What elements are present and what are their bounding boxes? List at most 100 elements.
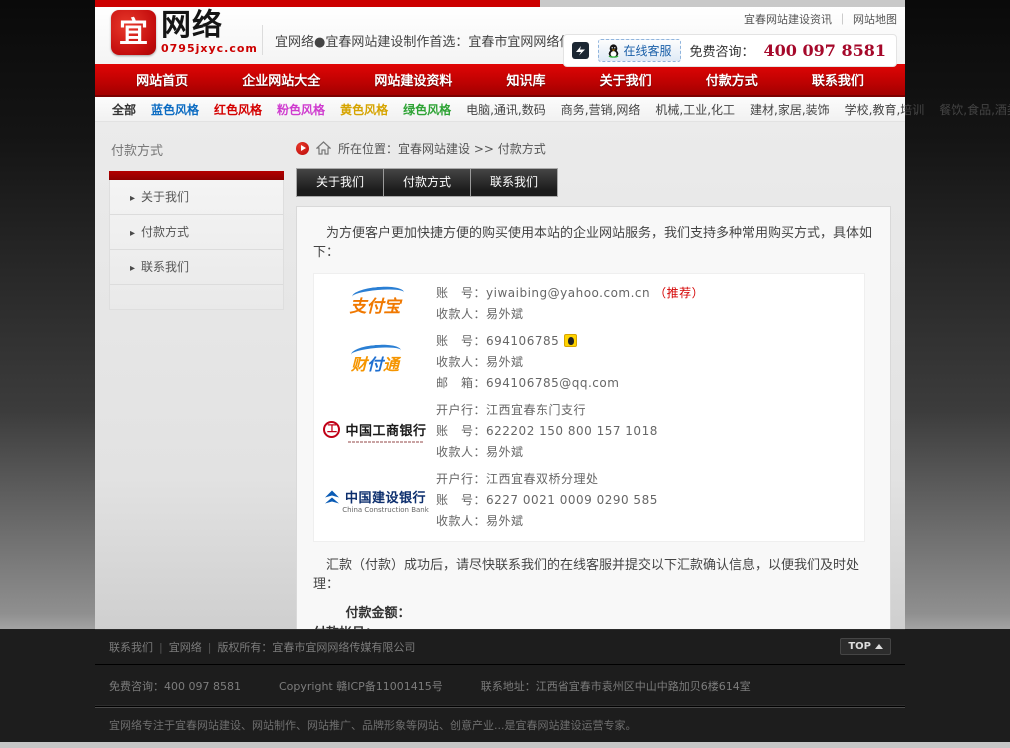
field-label: 收款人： bbox=[436, 445, 486, 459]
nav-item-contact-us[interactable]: 联系我们 bbox=[802, 70, 874, 89]
category-pink-style[interactable]: 粉色风格 bbox=[277, 101, 325, 118]
category-green-style[interactable]: 绿色风格 bbox=[403, 101, 451, 118]
intro-text: 为方便客户更加快捷方便的购买使用本站的企业网站服务，我们支持多种常用购买方式，具… bbox=[313, 222, 874, 260]
footer-links: 联系我们|宜网络|版权所有：宜春市宜网网络传媒有限公司 bbox=[109, 639, 415, 655]
topbar-divider: ｜ bbox=[837, 13, 848, 26]
account-value: 694106785 bbox=[486, 334, 559, 348]
logo-domain: 0795jxyc.com bbox=[161, 42, 258, 55]
nav-item-knowledge-base[interactable]: 知识库 bbox=[496, 70, 555, 89]
category-yellow-style[interactable]: 黄色风格 bbox=[340, 101, 388, 118]
tab-strip: 关于我们 付款方式 联系我们 bbox=[296, 168, 558, 197]
site-logo[interactable]: 宜 网络 0795jxyc.com bbox=[111, 10, 258, 55]
footer-hotline: 免费咨询：400 097 8581 bbox=[109, 678, 241, 694]
payee-value: 易外斌 bbox=[486, 445, 524, 459]
payment-table: 支付宝 账 号：yiwaibing@yahoo.com.cn（推荐） 收款人：易… bbox=[313, 273, 865, 542]
field-label: 开户行： bbox=[436, 403, 486, 417]
email-value: 694106785@qq.com bbox=[486, 376, 619, 390]
arrow-right-icon: ▸ bbox=[130, 228, 135, 239]
payment-method-alipay: 支付宝 账 号：yiwaibing@yahoo.com.cn（推荐） 收款人：易… bbox=[314, 280, 864, 328]
ccb-bank-name: 中国建设银行 bbox=[345, 487, 426, 506]
home-icon[interactable] bbox=[316, 141, 331, 155]
category-bar: 全部 蓝色风格 红色风格 粉色风格 黄色风格 绿色风格 电脑,通讯,数码 商务,… bbox=[95, 97, 905, 122]
breadcrumb-site-link[interactable]: 宜春网站建设 bbox=[398, 142, 470, 156]
logo-name: 网络 bbox=[161, 10, 258, 42]
footer-site-link[interactable]: 宜网络 bbox=[169, 641, 202, 654]
recommended-tag: （推荐） bbox=[654, 286, 704, 300]
payee-value: 易外斌 bbox=[486, 307, 524, 321]
payment-panel: 为方便客户更加快捷方便的购买使用本站的企业网站服务，我们支持多种常用购买方式，具… bbox=[296, 206, 891, 629]
category-industry[interactable]: 机械,工业,化工 bbox=[655, 101, 735, 118]
qq-contact-icon[interactable] bbox=[564, 334, 577, 347]
footer-address: 联系地址：江西省宜春市袁州区中山中路加贝6楼614室 bbox=[481, 678, 751, 694]
category-digital[interactable]: 电脑,通讯,数码 bbox=[466, 101, 546, 118]
page: 宜春网站建设资讯｜网站地图 宜 网络 0795jxyc.com 宜网络●宜春网站… bbox=[0, 0, 1010, 748]
field-label: 收款人： bbox=[436, 307, 486, 321]
account-value: 622202 150 800 157 1018 bbox=[486, 424, 658, 438]
account-value: 6227 0021 0009 0290 585 bbox=[486, 493, 658, 507]
tenpay-logo: 财付通 bbox=[351, 351, 399, 375]
header-divider bbox=[262, 25, 263, 55]
category-blue-style[interactable]: 蓝色风格 bbox=[151, 101, 199, 118]
alipay-logo: 支付宝 bbox=[350, 292, 401, 317]
field-label: 账 号： bbox=[436, 334, 486, 348]
up-arrow-icon bbox=[875, 644, 883, 649]
footer-icp: Copyright 赣ICP备11001415号 bbox=[279, 678, 443, 694]
main-panel-area: 所在位置：宜春网站建设 >> 付款方式 关于我们 付款方式 联系我们 为方便客户… bbox=[296, 136, 891, 629]
tab-contact-us[interactable]: 联系我们 bbox=[471, 169, 557, 196]
tab-payment[interactable]: 付款方式 bbox=[384, 169, 470, 196]
footer-copyright-owner: 版权所有：宜春市宜网网络传媒有限公司 bbox=[217, 641, 415, 654]
qq-penguin-icon bbox=[607, 44, 620, 58]
main-nav: 网站首页 企业网站大全 网站建设资料 知识库 关于我们 付款方式 联系我们 bbox=[95, 64, 905, 97]
sidebar-item-contact[interactable]: ▸联系我们 bbox=[110, 250, 283, 285]
top-accent-strip bbox=[95, 0, 905, 7]
play-bullet-icon bbox=[296, 142, 309, 155]
header: 宜春网站建设资讯｜网站地图 宜 网络 0795jxyc.com 宜网络●宜春网站… bbox=[95, 7, 905, 64]
icbc-logo-icon: 工 bbox=[323, 421, 340, 438]
payment-method-ccb: 中国建设银行 China Construction Bank 开户行：江西宜春双… bbox=[314, 466, 864, 535]
confirm-fields: 付款金额： 付款帐号： 付款户名： bbox=[313, 604, 874, 629]
sitemap-link[interactable]: 网站地图 bbox=[853, 13, 897, 26]
payee-value: 易外斌 bbox=[486, 355, 524, 369]
sidebar-item-about[interactable]: ▸关于我们 bbox=[110, 180, 283, 215]
sidebar-title: 付款方式 bbox=[109, 136, 284, 171]
breadcrumb-text: 所在位置：宜春网站建设 >> 付款方式 bbox=[338, 140, 546, 157]
arrow-right-icon: ▸ bbox=[130, 193, 135, 204]
payee-value: 易外斌 bbox=[486, 514, 524, 528]
branch-value: 江西宜春双桥分理处 bbox=[486, 472, 599, 486]
category-red-style[interactable]: 红色风格 bbox=[214, 101, 262, 118]
logo-stamp-icon: 宜 bbox=[111, 10, 156, 55]
icbc-bank-name: 中国工商银行 bbox=[345, 420, 426, 439]
nav-item-site-gallery[interactable]: 企业网站大全 bbox=[232, 70, 330, 89]
category-business[interactable]: 商务,营销,网络 bbox=[561, 101, 641, 118]
content-area: 付款方式 ▸关于我们 ▸付款方式 ▸联系我们 所在位置：宜春网站建设 >> 付款… bbox=[95, 122, 905, 629]
news-link[interactable]: 宜春网站建设资讯 bbox=[744, 13, 832, 26]
nav-item-build-resources[interactable]: 网站建设资料 bbox=[364, 70, 462, 89]
nav-item-about-us[interactable]: 关于我们 bbox=[590, 70, 662, 89]
back-to-top-button[interactable]: TOP bbox=[840, 638, 891, 655]
field-label: 账 号： bbox=[436, 424, 486, 438]
field-label: 账 号： bbox=[436, 493, 486, 507]
category-all[interactable]: 全部 bbox=[112, 101, 136, 118]
arrow-right-icon: ▸ bbox=[130, 263, 135, 274]
category-building[interactable]: 建材,家居,装饰 bbox=[750, 101, 830, 118]
ccb-bank-name-en: China Construction Bank bbox=[342, 506, 429, 514]
ccb-logo-icon bbox=[324, 489, 340, 505]
nav-item-home[interactable]: 网站首页 bbox=[126, 70, 198, 89]
sidebar-item-payment[interactable]: ▸付款方式 bbox=[110, 215, 283, 250]
category-food[interactable]: 餐饮,食品,酒类 bbox=[939, 101, 1010, 118]
bottom-strip bbox=[0, 742, 1010, 748]
field-label: 收款人： bbox=[436, 355, 486, 369]
breadcrumb-current: 付款方式 bbox=[498, 142, 546, 156]
nav-item-payment[interactable]: 付款方式 bbox=[696, 70, 768, 89]
payment-method-tenpay: 财付通 账 号：694106785 收款人：易外斌 邮 箱：694106785@… bbox=[314, 328, 864, 397]
account-value: yiwaibing@yahoo.com.cn bbox=[486, 286, 650, 300]
tab-about-us[interactable]: 关于我们 bbox=[297, 169, 383, 196]
hotline-number: 400 097 8581 bbox=[764, 41, 886, 60]
breadcrumb: 所在位置：宜春网站建设 >> 付款方式 bbox=[296, 136, 891, 160]
footer-contact-link[interactable]: 联系我们 bbox=[109, 641, 153, 654]
messenger-icon[interactable] bbox=[572, 42, 589, 59]
field-label: 收款人： bbox=[436, 514, 486, 528]
contact-box: 在线客服 免费咨询： 400 097 8581 bbox=[563, 34, 898, 67]
online-service-button[interactable]: 在线客服 bbox=[598, 39, 681, 62]
category-education[interactable]: 学校,教育,培训 bbox=[845, 101, 925, 118]
